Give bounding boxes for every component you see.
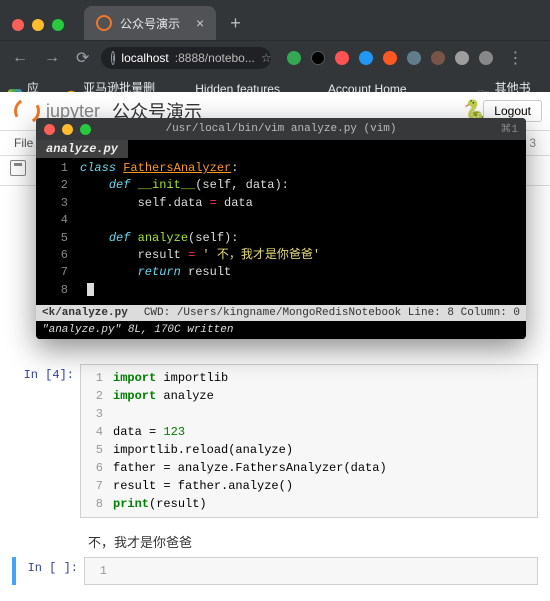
- extension-icon[interactable]: [311, 51, 325, 65]
- extension-icon[interactable]: [431, 51, 445, 65]
- code-input[interactable]: 1: [84, 557, 538, 585]
- save-icon[interactable]: [10, 160, 26, 176]
- code-input[interactable]: 1import importlib2import analyze34data =…: [80, 364, 538, 518]
- extension-icon[interactable]: [455, 51, 469, 65]
- forward-button[interactable]: →: [40, 49, 64, 67]
- menu-file[interactable]: File: [10, 133, 37, 153]
- address-bar: ← → ⟳ i localhost :8888/notebo... ☆ ⋮: [0, 40, 550, 75]
- input-prompt: In [4]:: [12, 364, 80, 518]
- minimize-icon[interactable]: [62, 124, 73, 135]
- tab-title: 公众号演示: [120, 15, 180, 32]
- browser-menu-button[interactable]: ⋮: [507, 48, 521, 68]
- extension-icon[interactable]: [383, 51, 397, 65]
- vim-titlebar[interactable]: /usr/local/bin/vim analyze.py (vim) ⌘1: [36, 118, 526, 140]
- cell-output: 不，我才是你爸爸: [12, 526, 538, 557]
- vim-terminal-window: /usr/local/bin/vim analyze.py (vim) ⌘1 a…: [36, 118, 526, 339]
- extension-icons: [287, 51, 493, 65]
- new-tab-button[interactable]: +: [230, 13, 241, 34]
- vim-statusline: <k/analyze.py CWD: /Users/kingname/Mongo…: [36, 305, 526, 321]
- close-tab-icon[interactable]: ×: [196, 15, 204, 31]
- bookmark-star-icon[interactable]: ☆: [261, 51, 272, 65]
- url-rest: :8888/notebo...: [175, 51, 255, 65]
- url-input[interactable]: i localhost :8888/notebo... ☆: [101, 47, 271, 69]
- window-controls: 公众号演示 × +: [0, 0, 550, 40]
- vim-tab[interactable]: analyze.py: [36, 140, 128, 158]
- url-host: localhost: [121, 51, 168, 65]
- browser-chrome: 公众号演示 × + ← → ⟳ i localhost :8888/notebo.…: [0, 0, 550, 92]
- code-cell-empty[interactable]: In [ ]: 1: [12, 557, 538, 585]
- back-button[interactable]: ←: [8, 49, 32, 67]
- vim-buffer[interactable]: 1class FathersAnalyzer: 2 def __init__(s…: [36, 158, 526, 305]
- vim-window-title: /usr/local/bin/vim analyze.py (vim): [36, 123, 526, 135]
- browser-tab[interactable]: 公众号演示 ×: [84, 6, 216, 40]
- extension-icon[interactable]: [407, 51, 421, 65]
- jupyter-favicon-icon: [96, 15, 112, 31]
- notebook-area: In [4]: 1import importlib2import analyze…: [0, 356, 550, 601]
- vim-message: "analyze.py" 8L, 170C written: [36, 321, 526, 339]
- extension-icon[interactable]: [335, 51, 349, 65]
- code-cell[interactable]: In [4]: 1import importlib2import analyze…: [12, 364, 538, 518]
- close-window-icon[interactable]: [12, 19, 24, 31]
- maximize-icon[interactable]: [80, 124, 91, 135]
- vim-tabline: analyze.py: [36, 140, 526, 158]
- close-icon[interactable]: [44, 124, 55, 135]
- vim-shortcut-label: ⌘1: [500, 122, 518, 136]
- site-info-icon[interactable]: i: [111, 51, 115, 65]
- vim-cursor: [87, 283, 94, 296]
- extension-icon[interactable]: [287, 51, 301, 65]
- input-prompt: In [ ]:: [16, 557, 84, 585]
- minimize-window-icon[interactable]: [32, 19, 44, 31]
- maximize-window-icon[interactable]: [52, 19, 64, 31]
- extension-icon[interactable]: [359, 51, 373, 65]
- reload-button[interactable]: ⟳: [72, 48, 93, 68]
- extension-icon[interactable]: [479, 51, 493, 65]
